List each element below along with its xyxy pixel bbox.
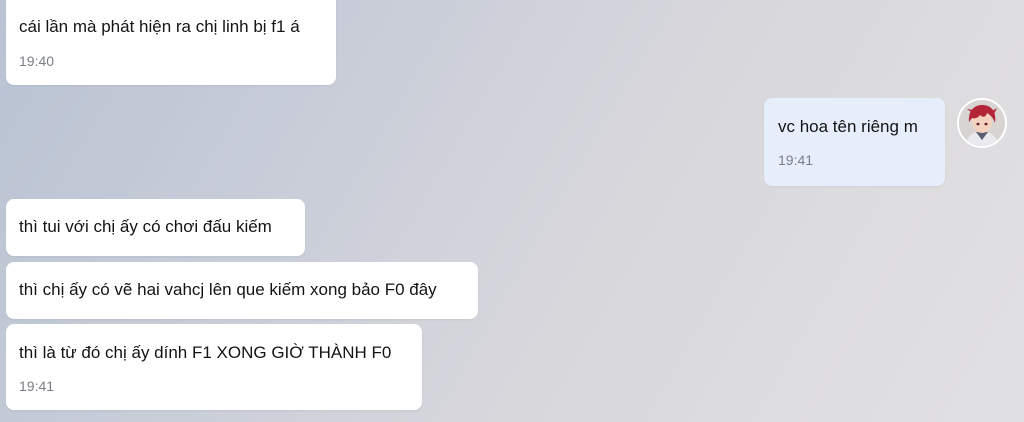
message-timestamp: 19:41 bbox=[778, 152, 814, 168]
message-bubble-outgoing[interactable]: vc hoa tên riêng m 19:41 bbox=[764, 98, 945, 186]
message-text: vc hoa tên riêng m bbox=[778, 117, 918, 136]
message-timestamp: 19:41 bbox=[19, 378, 55, 394]
chat-message-area: cái lần mà phát hiện ra chị linh bị f1 á… bbox=[0, 0, 1024, 422]
user-avatar-icon bbox=[959, 100, 1005, 146]
message-text: thì tui với chị ấy có chơi đấu kiếm bbox=[19, 217, 272, 236]
message-bubble-incoming[interactable]: thì chị ấy có vẽ hai vahcj lên que kiếm … bbox=[6, 262, 478, 319]
message-bubble-incoming[interactable]: cái lần mà phát hiện ra chị linh bị f1 á… bbox=[6, 0, 336, 85]
message-text: thì chị ấy có vẽ hai vahcj lên que kiếm … bbox=[19, 280, 437, 299]
message-timestamp: 19:40 bbox=[19, 53, 55, 69]
user-avatar[interactable] bbox=[957, 98, 1007, 148]
message-bubble-incoming[interactable]: thì là từ đó chị ấy dính F1 XONG GIỜ THÀ… bbox=[6, 324, 422, 410]
message-text: cái lần mà phát hiện ra chị linh bị f1 á bbox=[19, 17, 300, 36]
message-text: thì là từ đó chị ấy dính F1 XONG GIỜ THÀ… bbox=[19, 343, 392, 362]
message-bubble-incoming[interactable]: thì tui với chị ấy có chơi đấu kiếm bbox=[6, 199, 305, 256]
